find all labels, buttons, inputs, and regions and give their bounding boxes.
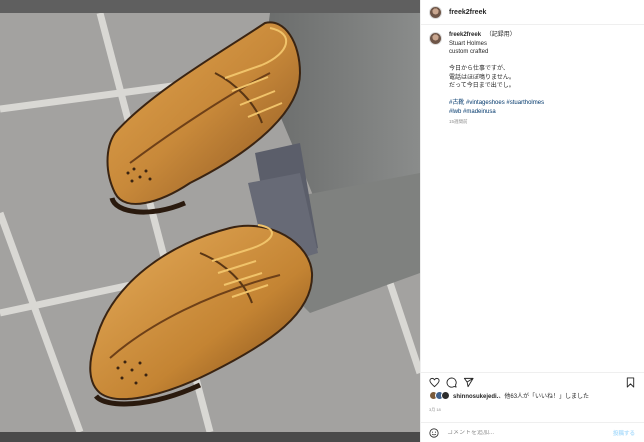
comment-bar: 投稿する [421,422,644,442]
likes-row: shinnosukejedi.、他63人が「いいね！」しました [429,391,589,400]
hashtags-row: #古靴 #vintageshoes #stuartholmes [449,99,544,108]
liker-username[interactable]: shinnosukejedi. [453,394,498,400]
post-side-panel: freek2freek freek2freek （記録用） Stuart Hol… [420,0,644,442]
hashtags-row: #lwb #madeinusa [449,108,544,117]
hashtag-link[interactable]: #古靴 [449,100,464,106]
post-header: freek2freek [421,0,644,25]
share-icon[interactable] [463,377,474,388]
caption-note: （記録用） [485,32,516,38]
caption-age: 15週間前 [449,119,468,124]
hashtag-link[interactable]: #lwb [449,109,461,115]
post-date: 3月 18 [429,407,441,412]
caption-line: だって今日まで出でし。 [449,83,515,89]
avatar[interactable] [429,5,442,19]
shoes-photo-image [0,13,420,432]
emoji-icon[interactable] [429,427,439,438]
likes-count-text[interactable]: 他63人が「いいね！」しました [504,394,589,400]
caption-body: freek2freek （記録用） Stuart Holmes custom c… [449,31,544,127]
header-username[interactable]: freek2freek [449,9,486,16]
hashtag-link[interactable]: #vintageshoes [466,100,505,106]
comment-icon[interactable] [446,377,457,388]
post-comment-button[interactable]: 投稿する [613,429,635,437]
caption-line: custom crafted [449,49,489,55]
hashtag-link[interactable]: #stuartholmes [506,100,544,106]
bottom-bar [0,432,420,442]
post-photo[interactable] [0,13,420,432]
hashtag-link[interactable]: #madeinusa [463,109,496,115]
caption-line: 今日から仕事ですが、 [449,66,509,72]
comment-input[interactable] [447,429,597,436]
caption-username[interactable]: freek2freek [449,32,481,38]
caption-avatar[interactable] [429,32,442,45]
caption-line: 電話はほぼ鳴りません。 [449,74,515,81]
liker-avatar[interactable] [441,391,450,400]
caption-line: Stuart Holmes [449,40,488,47]
likes-text[interactable]: shinnosukejedi.、他63人が「いいね！」しました [453,391,589,400]
action-bar [421,372,644,390]
heart-icon[interactable] [429,377,440,388]
caption: freek2freek （記録用） Stuart Holmes custom c… [429,31,637,127]
bookmark-icon[interactable] [625,377,636,388]
